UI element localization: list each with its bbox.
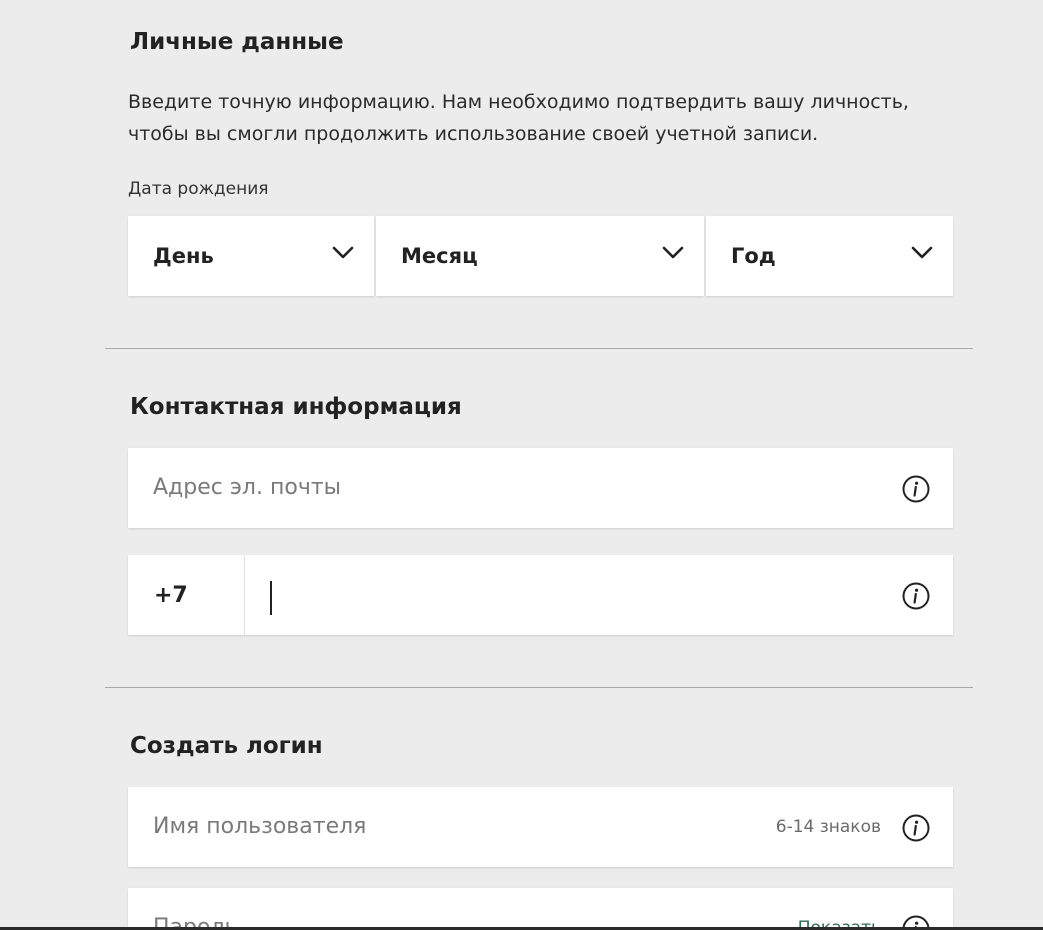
username-length-hint: 6-14 знаков bbox=[775, 817, 881, 837]
text-cursor bbox=[270, 581, 272, 615]
dob-label: Дата рождения bbox=[128, 179, 269, 199]
phone-prefix-label: +7 bbox=[154, 583, 188, 608]
chevron-down-icon bbox=[662, 246, 684, 259]
personal-section-title: Личные данные bbox=[130, 29, 344, 55]
month-select[interactable]: Месяц bbox=[376, 216, 704, 296]
year-select[interactable]: Год bbox=[706, 216, 953, 296]
day-select-label: День bbox=[153, 244, 214, 268]
username-placeholder: Имя пользователя bbox=[153, 814, 367, 839]
email-field[interactable]: Адрес эл. почты bbox=[128, 448, 953, 528]
chevron-down-icon bbox=[332, 246, 354, 259]
section-divider bbox=[105, 348, 973, 349]
email-placeholder: Адрес эл. почты bbox=[153, 475, 341, 500]
chevron-down-icon bbox=[911, 246, 933, 259]
login-section-title: Создать логин bbox=[130, 733, 323, 759]
registration-form: Личные данные Введите точную информацию.… bbox=[0, 0, 1043, 930]
phone-field[interactable]: +7 bbox=[128, 555, 953, 635]
section-divider bbox=[105, 687, 973, 688]
info-icon[interactable] bbox=[902, 582, 930, 610]
username-field[interactable]: Имя пользователя 6-14 знаков bbox=[128, 787, 953, 867]
month-select-label: Месяц bbox=[401, 244, 478, 268]
year-select-label: Год bbox=[731, 244, 776, 268]
phone-country-code[interactable]: +7 bbox=[128, 555, 245, 635]
personal-description: Введите точную информацию. Нам необходим… bbox=[128, 91, 909, 145]
password-field[interactable]: Пароль Показать bbox=[128, 888, 953, 930]
info-icon[interactable] bbox=[902, 814, 930, 842]
contact-section-title: Контактная информация bbox=[130, 394, 462, 420]
day-select[interactable]: День bbox=[128, 216, 374, 296]
info-icon[interactable] bbox=[902, 475, 930, 503]
